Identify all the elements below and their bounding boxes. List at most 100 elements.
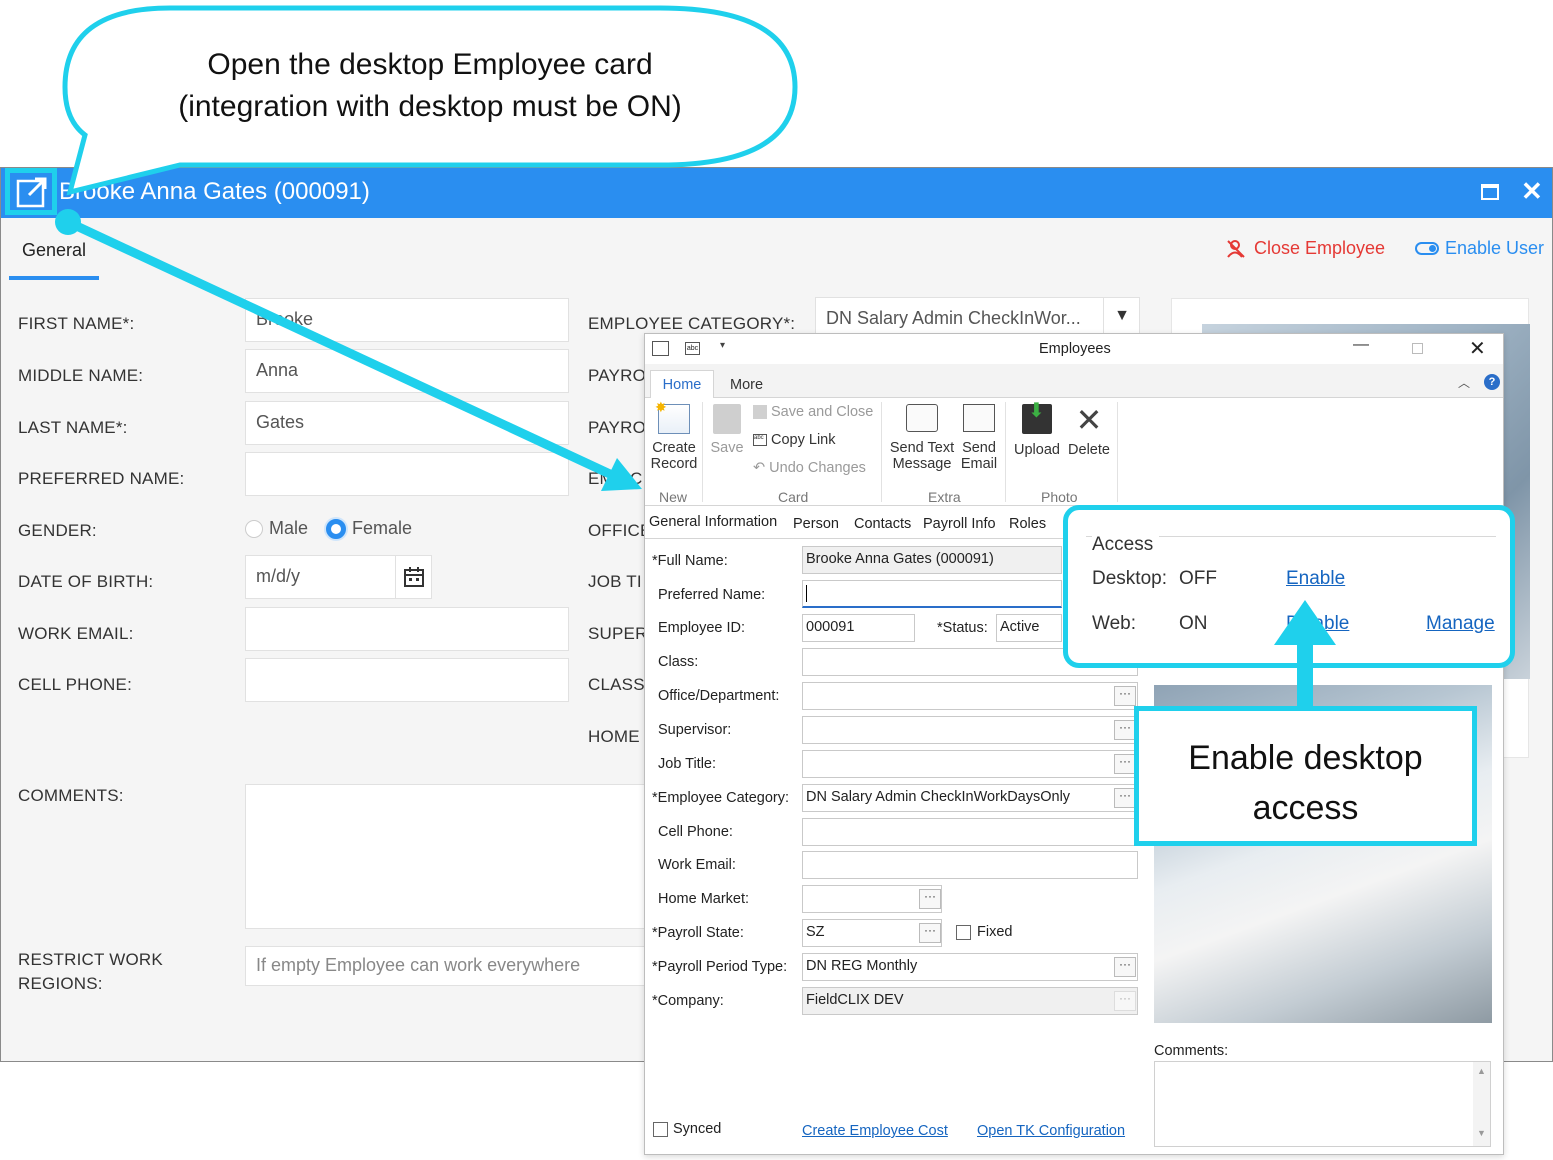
work-email-input[interactable] — [245, 607, 569, 651]
save-and-close-button[interactable]: Save and Close — [753, 404, 873, 420]
send-text-button[interactable]: Send Text Message — [887, 404, 957, 472]
preferred-name-field[interactable] — [802, 580, 1062, 608]
close-icon[interactable]: ✕ — [1521, 176, 1543, 207]
undo-changes-button[interactable]: ↶ Undo Changes — [753, 460, 866, 476]
ribbon-body: ✸ Create Record Save Save and Close abc C… — [645, 398, 1503, 506]
message-icon — [906, 404, 938, 432]
delete-button[interactable]: ✕ Delete — [1065, 404, 1113, 458]
job-title-ellipsis-button[interactable]: ··· — [1114, 754, 1136, 774]
close-employee-button[interactable]: Close Employee — [1226, 238, 1385, 259]
gender-female-option[interactable]: Female — [326, 518, 412, 539]
restrict-regions-label-2: REGIONS: — [18, 974, 103, 993]
office-department-field[interactable] — [802, 682, 1138, 710]
close-employee-label: Close Employee — [1254, 238, 1386, 258]
copy-link-button[interactable]: abc Copy Link — [753, 432, 835, 448]
maximize-icon[interactable] — [1481, 184, 1499, 200]
send-text-label-2: Message — [892, 456, 952, 472]
payroll-state-ellipsis-button[interactable]: ··· — [919, 923, 941, 943]
desktop-access-value: OFF — [1179, 568, 1217, 589]
synced-checkbox-box[interactable] — [653, 1121, 668, 1137]
gender-male-label: Male — [269, 518, 309, 538]
undo-icon: ↶ — [753, 460, 766, 476]
help-icon[interactable]: ? — [1484, 374, 1500, 390]
class-label-desktop: Class: — [658, 654, 699, 670]
radio-male[interactable] — [245, 519, 263, 538]
cell-phone-label-desktop: Cell Phone: — [658, 824, 733, 840]
restore-icon[interactable] — [1412, 343, 1423, 354]
fixed-label: Fixed — [977, 924, 1013, 940]
comments-scrollbar[interactable]: ▲ ▼ — [1473, 1062, 1490, 1146]
enable-user-label: Enable User — [1445, 238, 1545, 258]
upload-button[interactable]: ⬇ Upload — [1009, 400, 1065, 458]
minimize-icon[interactable]: — — [1353, 336, 1369, 354]
tab-general-information[interactable]: General Information — [649, 514, 777, 530]
desktop-access-label: Desktop: — [1092, 568, 1167, 589]
gender-female-label: Female — [352, 518, 413, 538]
calendar-icon[interactable] — [395, 556, 431, 598]
email-icon — [963, 404, 995, 432]
gender-male-option[interactable]: Male — [245, 518, 308, 539]
restrict-regions-input[interactable]: If empty Employee can work everywhere — [245, 946, 645, 986]
enable-user-button[interactable]: Enable User — [1415, 238, 1544, 259]
comments-label-desktop: Comments: — [1154, 1043, 1229, 1059]
home-market-ellipsis-button[interactable]: ··· — [919, 889, 941, 909]
cell-phone-field[interactable] — [802, 818, 1138, 846]
form-tab-bar: General Information Person Contacts Payr… — [645, 510, 1065, 538]
employee-category-field[interactable]: DN Salary Admin CheckInWorkDaysOnly — [802, 784, 1138, 812]
company-ellipsis-button[interactable]: ··· — [1114, 991, 1136, 1011]
radio-female[interactable] — [326, 518, 346, 539]
enable-desktop-link[interactable]: Enable — [1286, 568, 1345, 590]
status-field[interactable]: Active — [996, 614, 1062, 642]
payroll-period-field[interactable]: DN REG Monthly — [802, 953, 1138, 981]
collapse-ribbon-icon[interactable]: ︿ — [1458, 374, 1470, 391]
office-label: OFFICE — [588, 521, 652, 540]
supervisor-field[interactable] — [802, 716, 1138, 744]
save-button[interactable]: Save — [707, 404, 747, 456]
work-email-label-desktop: Work Email: — [658, 857, 736, 873]
job-title-field[interactable] — [802, 750, 1138, 778]
fixed-checkbox-box[interactable] — [956, 924, 971, 940]
save-label: Save — [710, 440, 744, 456]
supervisor-ellipsis-button[interactable]: ··· — [1114, 720, 1136, 740]
payroll-state-label: *Payroll State: — [652, 925, 744, 941]
desktop-close-icon[interactable]: ✕ — [1469, 336, 1486, 361]
payroll-period-ellipsis-button[interactable]: ··· — [1114, 957, 1136, 977]
restrict-regions-label-1: RESTRICT WORK — [18, 950, 163, 969]
work-email-field[interactable] — [802, 851, 1138, 879]
employee-category-ellipsis-button[interactable]: ··· — [1114, 788, 1136, 808]
tab-payroll-info[interactable]: Payroll Info — [923, 516, 996, 532]
synced-checkbox[interactable]: Synced — [653, 1121, 721, 1137]
create-employee-cost-link[interactable]: Create Employee Cost — [802, 1123, 948, 1139]
manage-link[interactable]: Manage — [1426, 613, 1495, 635]
comments-textarea[interactable] — [245, 784, 645, 929]
desktop-window-title: Employees — [1039, 341, 1111, 357]
office-ellipsis-button[interactable]: ··· — [1114, 686, 1136, 706]
cell-phone-input[interactable] — [245, 658, 569, 702]
toggle-icon — [1415, 242, 1439, 255]
ribbon-tab-more[interactable]: More — [730, 377, 763, 393]
tab-roles[interactable]: Roles — [1009, 516, 1046, 532]
up-arrow-annotation — [1274, 600, 1336, 712]
web-access-value: ON — [1179, 613, 1208, 634]
group-extra-label: Extra — [928, 489, 961, 505]
tab-contacts[interactable]: Contacts — [854, 516, 911, 532]
employee-id-label: Employee ID: — [658, 620, 746, 636]
supervisor-label-desktop: Supervisor: — [658, 722, 732, 738]
save-close-icon — [753, 405, 767, 419]
employee-id-field[interactable]: 000091 — [802, 614, 915, 642]
tab-person[interactable]: Person — [793, 516, 839, 532]
comments-field-desktop[interactable]: ▲ ▼ — [1154, 1061, 1491, 1147]
work-email-label: WORK EMAIL: — [18, 624, 134, 643]
delete-label: Delete — [1068, 442, 1110, 458]
home-market-label: Home Market: — [658, 891, 750, 907]
fixed-checkbox[interactable]: Fixed — [956, 924, 1012, 940]
job-title-label-desktop: Job Title: — [658, 756, 717, 772]
company-field[interactable]: FieldCLIX DEV — [802, 987, 1138, 1015]
open-tk-configuration-link[interactable]: Open TK Configuration — [977, 1123, 1125, 1139]
full-name-field[interactable]: Brooke Anna Gates (000091) — [802, 546, 1062, 574]
quick-access-dropdown-icon[interactable]: ▾ — [720, 340, 725, 351]
save-icon — [713, 404, 741, 434]
preferred-name-label-desktop: Preferred Name: — [658, 587, 766, 603]
class-label: CLASS: — [588, 675, 650, 694]
send-email-button[interactable]: Send Email — [959, 404, 999, 472]
